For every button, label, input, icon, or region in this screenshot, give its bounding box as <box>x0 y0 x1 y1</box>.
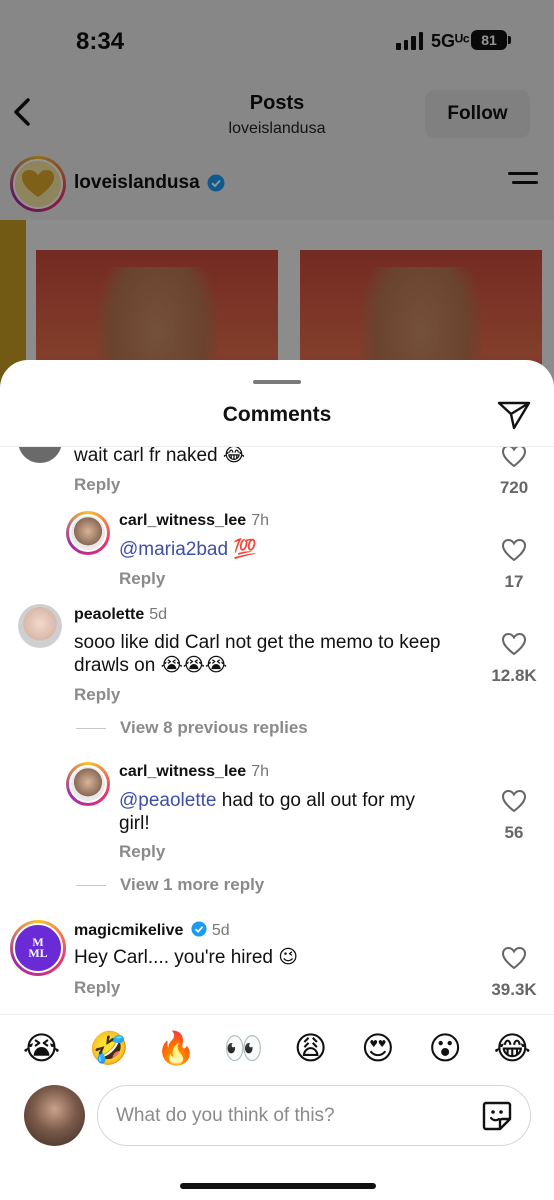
avatar[interactable] <box>18 447 62 463</box>
comment-username[interactable]: carl_witness_lee <box>119 763 246 780</box>
like-count: 39.3K <box>491 980 537 999</box>
comment-header: magicmikelive 5d <box>74 921 230 940</box>
like-count: 720 <box>499 478 529 497</box>
reply-button[interactable]: Reply <box>74 685 120 705</box>
comment-text: sooo like did Carl not get the memo to k… <box>74 632 441 676</box>
emoji-button[interactable]: 😍 <box>350 1026 406 1070</box>
comment-header: peaolette 5d <box>74 606 167 624</box>
comment-text: @maria2bad 💯 <box>119 539 258 560</box>
heart-icon[interactable] <box>501 447 527 468</box>
current-user-avatar <box>24 1085 85 1146</box>
emoji-button[interactable]: 🔥 <box>148 1026 204 1070</box>
dim-overlay <box>0 0 554 420</box>
view-previous-replies-button[interactable]: View 8 previous replies <box>120 718 308 738</box>
divider <box>0 1014 554 1015</box>
avatar[interactable] <box>18 604 62 648</box>
emoji-button[interactable]: 🤣 <box>81 1026 137 1070</box>
background-post-screen: 8:34 5Gᵁᶜ 81 Posts loveislandusa Follow … <box>0 0 554 420</box>
heart-icon[interactable] <box>501 946 527 970</box>
emoji-button[interactable]: 😮 <box>417 1026 473 1070</box>
like-count: 12.8K <box>491 666 537 685</box>
avatar[interactable] <box>66 762 110 806</box>
comment-username[interactable]: peaolette <box>74 606 144 623</box>
emoji-button[interactable]: 😭 <box>14 1026 70 1070</box>
comment-header: carl_witness_lee 7h <box>119 763 269 781</box>
comment-header: carl_witness_lee 7h <box>119 512 269 530</box>
home-indicator <box>180 1183 376 1189</box>
comment-username[interactable]: magicmikelive <box>74 922 183 939</box>
quick-emoji-bar: 😭 🤣 🔥 👀 😩 😍 😮 😂 <box>0 1026 554 1070</box>
reply-button[interactable]: Reply <box>74 978 120 998</box>
emoji-button[interactable]: 😩 <box>283 1026 339 1070</box>
emoji-button[interactable]: 😂 <box>484 1026 540 1070</box>
comment-text: Hey Carl.... you're hired 😉 <box>74 947 299 968</box>
reply-button[interactable]: Reply <box>119 842 165 862</box>
verified-badge-icon <box>191 921 207 937</box>
mention-link[interactable]: @maria2bad <box>119 539 228 560</box>
comment-time: 7h <box>251 763 269 780</box>
mention-link[interactable]: @peaolette <box>119 790 216 811</box>
avatar[interactable]: M ML <box>10 920 66 976</box>
sticker-icon[interactable] <box>480 1099 514 1133</box>
reply-button[interactable]: Reply <box>119 569 165 589</box>
comment-input-container <box>97 1085 531 1146</box>
heart-icon[interactable] <box>501 789 527 813</box>
emoji-button[interactable]: 👀 <box>215 1026 271 1070</box>
comment-username[interactable]: carl_witness_lee <box>119 512 246 529</box>
avatar[interactable] <box>66 511 110 555</box>
heart-icon[interactable] <box>501 538 527 562</box>
like-count: 56 <box>504 823 524 842</box>
comment-time: 7h <box>251 512 269 529</box>
comment-input[interactable] <box>116 1100 456 1132</box>
comments-list: wait carl fr naked 😂 Reply 720 carl_witn… <box>0 447 554 1014</box>
comment-time: 5d <box>211 922 230 939</box>
sheet-drag-handle[interactable] <box>253 380 301 384</box>
divider <box>76 728 106 729</box>
divider <box>76 885 106 886</box>
sheet-title: Comments <box>222 403 332 426</box>
like-count: 17 <box>504 572 524 591</box>
heart-icon[interactable] <box>501 632 527 656</box>
send-icon[interactable] <box>497 400 531 430</box>
comment-time: 5d <box>149 606 168 623</box>
reply-button[interactable]: Reply <box>74 475 120 495</box>
comment-text: @peaolette had to go all out for my girl… <box>119 790 416 834</box>
view-more-reply-button[interactable]: View 1 more reply <box>120 875 264 895</box>
comment-text: wait carl fr naked 😂 <box>74 447 246 466</box>
